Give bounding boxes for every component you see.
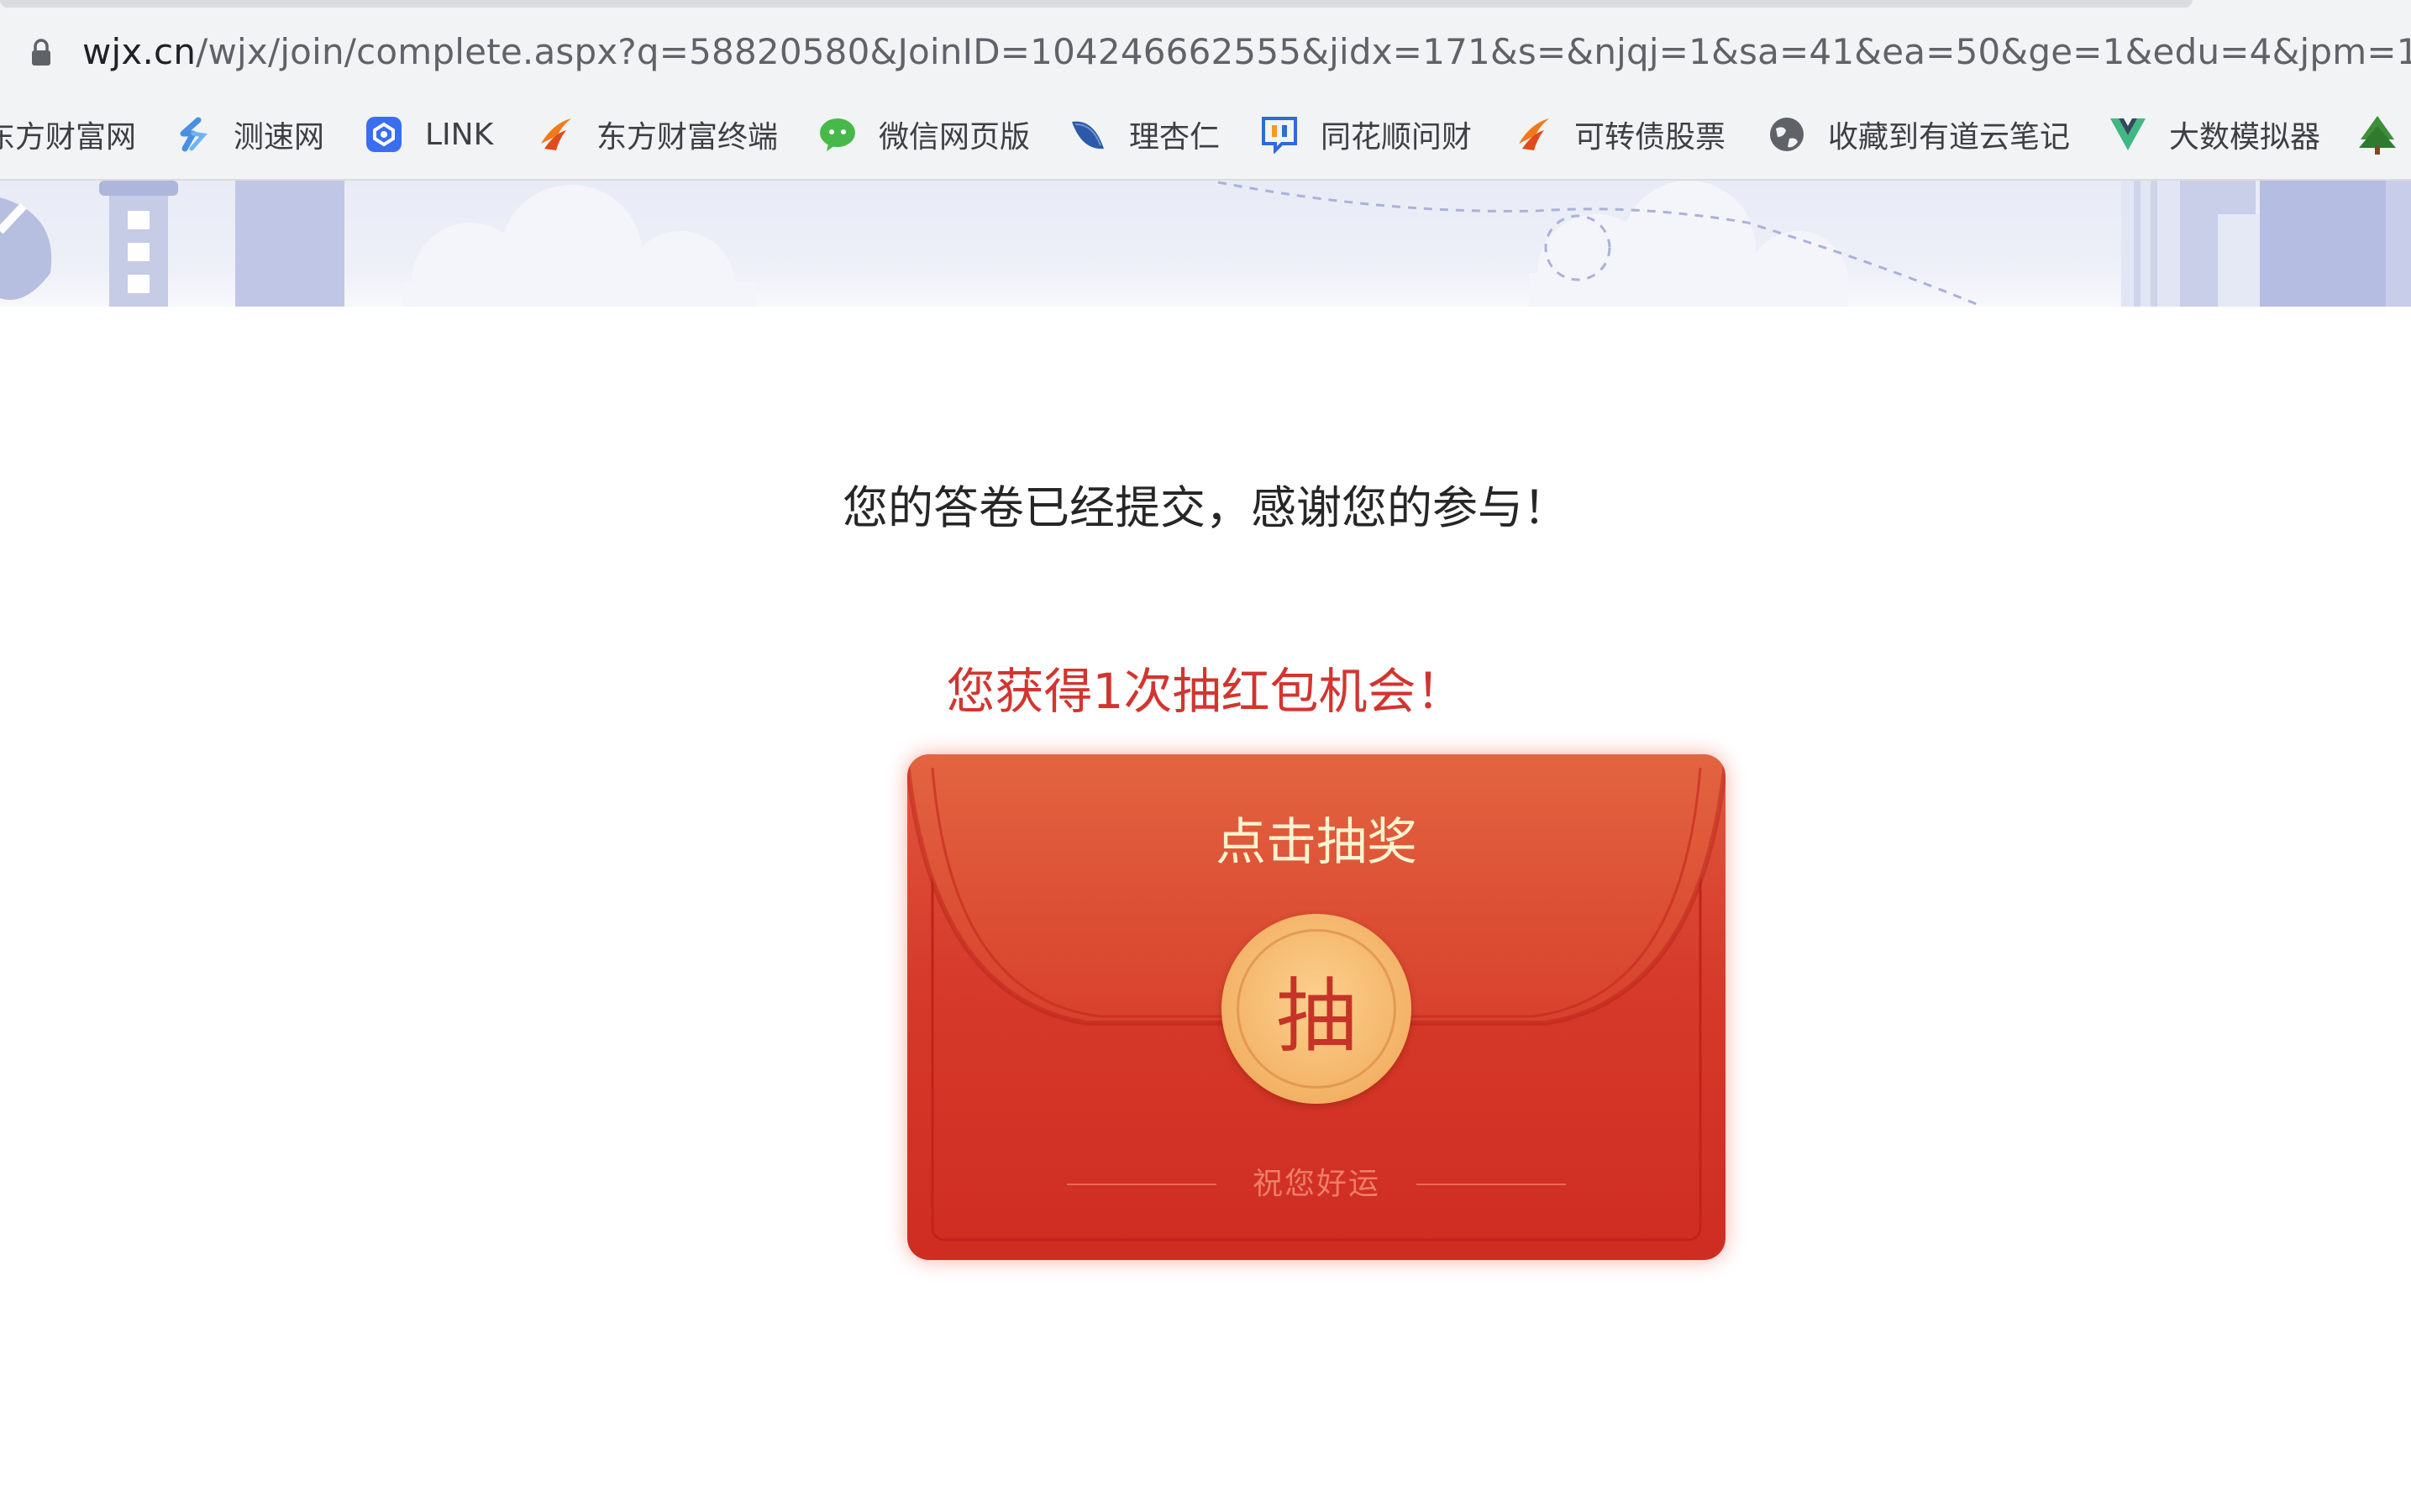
bookmark-eastmoney-terminal[interactable]: 东方财富终端 bbox=[536, 108, 778, 161]
lock-icon[interactable] bbox=[30, 39, 52, 67]
red-envelope-card[interactable]: 点击抽奖 抽 祝您好运 bbox=[907, 754, 1726, 1260]
submission-thanks-message: 您的答卷已经提交，感谢您的参与！ bbox=[843, 481, 1568, 534]
lixinger-icon bbox=[1072, 121, 1104, 150]
bookmark-label: 东方财富网 bbox=[0, 120, 137, 155]
bookmark-label: 理杏仁 bbox=[1129, 120, 1221, 155]
bookmark-label: 收藏到有道云笔记 bbox=[1828, 120, 2071, 155]
header-banner bbox=[0, 181, 2411, 307]
bookmark-link[interactable]: LINK bbox=[365, 108, 493, 161]
bookmark-big-number-simulator[interactable]: 大数模拟器 bbox=[2109, 108, 2320, 161]
link-app-icon bbox=[366, 117, 402, 152]
eastmoney-bond-icon bbox=[1519, 118, 1549, 150]
bookmark-label: 测速网 bbox=[234, 120, 325, 155]
draw-coin-button[interactable]: 抽 bbox=[1221, 914, 1411, 1104]
coin-label: 抽 bbox=[1237, 929, 1396, 1089]
bookmark-label: 可转债股票 bbox=[1574, 120, 1726, 155]
vue-icon bbox=[2110, 118, 2146, 150]
bookmark-label: 东方财富终端 bbox=[596, 120, 779, 155]
tab-strip bbox=[0, 0, 2193, 8]
globe-icon bbox=[1770, 118, 1804, 151]
bookmark-lixinger[interactable]: 理杏仁 bbox=[1069, 108, 1220, 161]
lottery-chance-text: 您获得1次抽红包机会！ bbox=[946, 663, 1465, 720]
wechat-icon bbox=[820, 118, 855, 151]
bookmark-label: 微信网页版 bbox=[879, 120, 1031, 155]
browser-chrome: wjx.cn/wjx/join/complete.aspx?q=58820580… bbox=[0, 0, 2411, 181]
banner-illustration bbox=[0, 181, 2411, 307]
address-bar-url[interactable]: wjx.cn/wjx/join/complete.aspx?q=58820580… bbox=[82, 27, 2411, 77]
bookmark-label: 大数模拟器 bbox=[2169, 120, 2321, 155]
good-luck-text: 祝您好运 bbox=[1252, 1167, 1380, 1201]
bookmarks-bar: 东方财富网 测速网 LINK 东方财富终端 微信网页版 理杏仁 同花顺问财 可转… bbox=[0, 108, 2411, 161]
bookmark-label: 同花顺问财 bbox=[1321, 120, 1473, 155]
bookmark-iwencai[interactable]: 同花顺问财 bbox=[1260, 108, 1472, 161]
bookmark-label: LINK bbox=[425, 117, 494, 152]
bookmark-convertible-bond[interactable]: 可转债股票 bbox=[1514, 108, 1726, 161]
iwencai-icon bbox=[1262, 117, 1297, 154]
bookmark-speedtest[interactable]: 测速网 bbox=[173, 108, 324, 161]
speedtest-icon bbox=[180, 117, 207, 152]
eastmoney-terminal-icon bbox=[541, 118, 571, 150]
bookmark-youdao-note[interactable]: 收藏到有道云笔记 bbox=[1768, 108, 2070, 161]
tree-icon[interactable] bbox=[2357, 114, 2398, 155]
bookmark-wechat[interactable]: 微信网页版 bbox=[818, 108, 1030, 161]
bookmark-eastmoney[interactable]: 东方财富网 bbox=[0, 108, 136, 161]
url-path: /wjx/join/complete.aspx?q=58820580&JoinI… bbox=[196, 31, 2411, 72]
click-to-draw-title[interactable]: 点击抽奖 bbox=[907, 805, 1726, 880]
url-host: wjx.cn bbox=[82, 31, 197, 72]
